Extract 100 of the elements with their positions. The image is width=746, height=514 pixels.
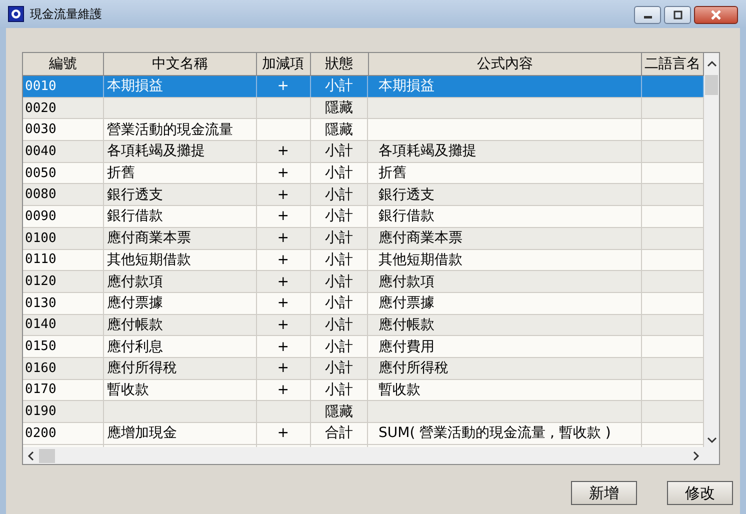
table-cell: 其他短期借款 (106, 250, 191, 269)
table-row[interactable]: 0010 本期損益 + 小計 本期損益 (23, 76, 704, 98)
table-cell: 0090 (25, 208, 56, 224)
minimize-button[interactable] (634, 6, 661, 24)
table-cell: 小計 (325, 186, 354, 204)
table-cell: + (277, 143, 289, 160)
table-cell: + (277, 165, 289, 182)
table-cell: 各項耗竭及攤提 (106, 142, 205, 160)
table-cell: 暫收款 (378, 380, 420, 399)
scroll-left-icon[interactable] (27, 450, 35, 460)
table-cell: + (277, 316, 289, 333)
table-row[interactable]: 0090 銀行借款 + 小計 銀行借款 (23, 206, 704, 228)
scroll-thumb[interactable] (39, 448, 55, 462)
table-row[interactable]: 0030 營業活動的現金流量 隱藏 (23, 119, 704, 142)
table-cell: 應付款項 (378, 272, 434, 291)
table-cell: 應付費用 (378, 338, 434, 356)
table-cell: 應付帳款 (106, 316, 163, 334)
table-cell: 小計 (325, 207, 354, 226)
table-cell: 應付商業本票 (106, 229, 191, 248)
table-cell: 0130 (25, 296, 56, 311)
table-cell: 各項耗竭及攤提 (378, 142, 476, 160)
table-cell: 小計 (325, 359, 354, 378)
table-row[interactable]: 0100 應付商業本票 + 小計 應付商業本票 (23, 228, 704, 250)
table-cell: + (277, 274, 289, 290)
column-header[interactable]: 加減項 (256, 53, 311, 75)
table-cell: 0140 (25, 317, 56, 332)
vertical-scrollbar[interactable] (704, 53, 719, 464)
table-cell: 暫收款 (106, 380, 149, 399)
table-cell: + (277, 78, 289, 94)
column-header[interactable]: 公式內容 (368, 53, 642, 75)
table-cell: 0040 (25, 144, 56, 159)
table-cell: 小計 (325, 294, 354, 312)
table-cell: 0030 (25, 122, 56, 138)
scroll-right-icon[interactable] (692, 450, 700, 460)
table-row[interactable]: 0150 應付利息 + 小計 應付費用 (23, 336, 704, 358)
column-header[interactable]: 編號 (23, 53, 104, 75)
table-row[interactable]: 0080 銀行透支 + 小計 銀行透支 (23, 184, 704, 206)
table-cell: + (277, 382, 289, 398)
table-row[interactable]: 0140 應付帳款 + 小計 應付帳款 (23, 314, 704, 336)
table-cell: 0170 (25, 382, 56, 398)
table-cell: 0200 (25, 426, 56, 441)
table-row[interactable]: 0170 暫收款 + 小計 暫收款 (23, 380, 704, 402)
action-button[interactable]: 修改 (667, 481, 733, 505)
column-header[interactable]: 狀態 (310, 53, 368, 75)
column-header[interactable]: 中文名稱 (104, 53, 257, 75)
table-cell: + (277, 208, 289, 224)
table-cell: 合計 (325, 424, 354, 442)
action-button[interactable]: 新增 (571, 481, 637, 505)
table-cell: 銀行借款 (378, 207, 434, 226)
table-cell: 0110 (25, 252, 56, 268)
table-cell: 小計 (325, 250, 354, 269)
table-row[interactable]: 0190 隱藏 (23, 401, 704, 423)
table-cell: 應付所得稅 (378, 359, 448, 378)
table-cell: 隱藏 (325, 120, 354, 139)
table-cell: + (277, 425, 289, 442)
table-cell: 0190 (25, 404, 56, 420)
table-cell: 0050 (25, 166, 56, 181)
app-icon (8, 6, 24, 22)
table-row[interactable]: 0120 應付款項 + 小計 應付款項 (23, 271, 704, 293)
table-row[interactable]: 0110 其他短期借款 + 小計 其他短期借款 (23, 250, 704, 272)
table-cell: 0150 (25, 339, 56, 354)
table-cell: 0160 (25, 360, 56, 376)
table-cell: + (277, 230, 289, 246)
maximize-button[interactable] (664, 6, 691, 24)
table-cell: + (277, 360, 289, 376)
table-cell: 小計 (325, 272, 354, 291)
table-cell: 應付款項 (106, 272, 163, 291)
window-title: 現金流量維護 (30, 6, 102, 22)
table-cell: 本期損益 (378, 77, 434, 96)
table-cell: 0100 (25, 230, 56, 246)
table-row[interactable]: 0040 各項耗竭及攤提 + 小計 各項耗竭及攤提 (23, 141, 704, 163)
table-cell: 銀行借款 (106, 207, 163, 226)
table-cell: 隱藏 (325, 99, 354, 118)
table-row[interactable]: 0160 應付所得稅 + 小計 應付所得稅 (23, 358, 704, 380)
table-cell: 小計 (325, 380, 354, 399)
close-button[interactable] (694, 6, 738, 24)
scroll-down-icon[interactable] (706, 436, 716, 444)
table-cell: 小計 (325, 142, 354, 160)
table-row[interactable]: 0130 應付票據 + 小計 應付票據 (23, 292, 704, 315)
maximize-icon[interactable] (672, 10, 682, 20)
table-cell: 應增加現金 (106, 424, 177, 442)
close-icon[interactable] (710, 10, 722, 20)
table-cell: 銀行透支 (106, 186, 163, 204)
table-cell: 小計 (325, 77, 354, 96)
table-cell: 應付票據 (106, 294, 163, 312)
table-cell: 應付利息 (106, 338, 163, 356)
scroll-up-icon[interactable] (706, 60, 716, 68)
table-cell: 0120 (25, 274, 56, 290)
table-cell: 小計 (325, 164, 354, 182)
table-row[interactable]: 0050 折舊 + 小計 折舊 (23, 162, 704, 184)
horizontal-scrollbar[interactable] (23, 447, 704, 464)
table-row[interactable]: 0200 應增加現金 + 合計 SUM( 營業活動的現金流量 , 暫收款 ) (23, 423, 704, 445)
table-cell: 0080 (25, 187, 56, 202)
table-cell: + (277, 186, 289, 203)
table-row[interactable]: 0020 隱藏 (23, 98, 704, 120)
table-cell: SUM( 營業活動的現金流量 , 暫收款 ) (378, 424, 611, 442)
table-cell: 應付票據 (378, 294, 434, 312)
table-cell: 其他短期借款 (378, 250, 462, 269)
scroll-thumb[interactable] (705, 75, 718, 95)
table-cell: 小計 (325, 338, 354, 356)
